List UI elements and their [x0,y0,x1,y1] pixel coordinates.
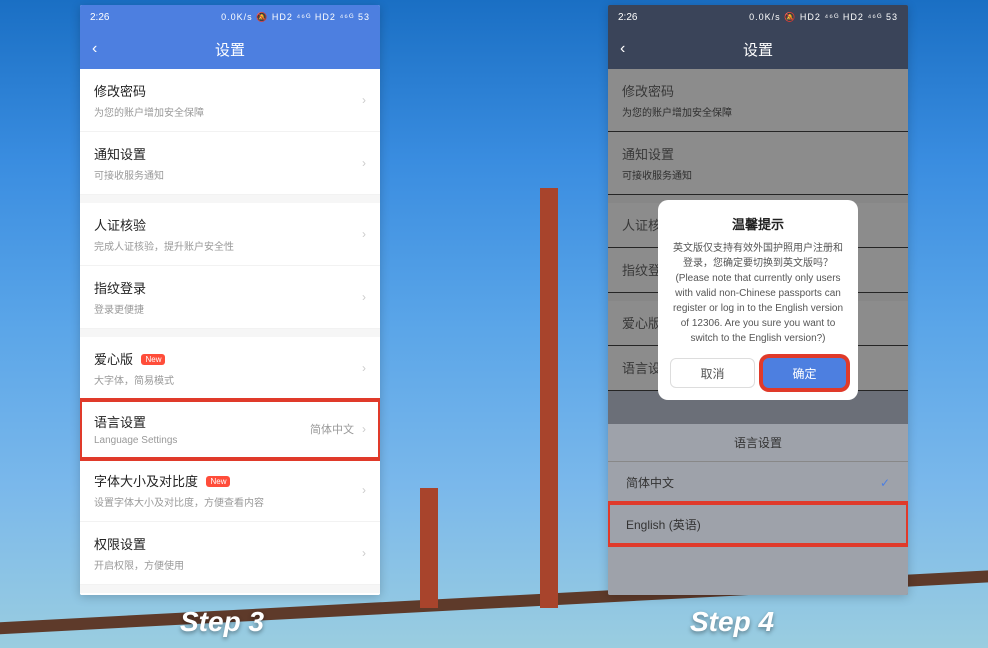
chevron-right-icon: › [362,361,366,375]
header-bar: ‹ 设置 [608,29,908,69]
back-icon[interactable]: ‹ [620,40,625,58]
item-sub: 完成人证核验，提升账户安全性 [94,238,362,253]
new-badge: New [206,476,230,487]
item-title: 字体大小及对比度 [94,471,198,490]
page-title: 设置 [215,39,245,60]
settings-list: 修改密码 为您的账户增加安全保障 › 通知设置 可接收服务通知 › 人证核验 完… [80,69,380,595]
item-modify-password: 修改密码 为您的账户增加安全保障 [608,69,908,132]
step-label-4: Step 4 [690,606,774,638]
item-sub: 登录更便捷 [94,301,362,316]
status-bar: 2:26 0.0K/s 🔕 HD2 ⁴⁶ᴳ HD2 ⁴⁶ᴳ 53 [80,5,380,29]
chevron-right-icon: › [362,546,366,560]
separator [80,585,380,593]
item-language-settings[interactable]: 语言设置 Language Settings 简体中文 › [80,400,380,459]
item-about[interactable]: 关于 版本号 5.8.0.4 › [80,593,380,595]
status-time: 2:26 [618,12,637,23]
sheet-option-chinese[interactable]: 简体中文 ✓ [608,461,908,503]
item-title: 通知设置 [94,144,146,163]
chevron-right-icon: › [362,93,366,107]
check-icon: ✓ [880,476,890,490]
item-sub: 可接收服务通知 [94,167,362,182]
separator [80,329,380,337]
item-sub: 大字体，简易模式 [94,372,362,387]
status-bar: 2:26 0.0K/s 🔕 HD2 ⁴⁶ᴳ HD2 ⁴⁶ᴳ 53 [608,5,908,29]
cancel-button[interactable]: 取消 [670,358,755,388]
item-sub: 设置字体大小及对比度，方便查看内容 [94,494,362,509]
item-font-contrast[interactable]: 字体大小及对比度 New 设置字体大小及对比度，方便查看内容 › [80,459,380,522]
header-bar: ‹ 设置 [80,29,380,69]
dialog-title: 温馨提示 [670,214,846,233]
item-id-verification[interactable]: 人证核验 完成人证核验，提升账户安全性 › [80,203,380,266]
status-icons: 0.0K/s 🔕 HD2 ⁴⁶ᴳ HD2 ⁴⁶ᴳ 53 [749,12,898,23]
back-icon[interactable]: ‹ [92,40,97,58]
status-time: 2:26 [90,12,109,23]
sheet-title: 语言设置 [608,424,908,461]
item-sub: Language Settings [94,435,310,446]
item-title: 修改密码 [622,81,674,100]
separator [80,195,380,203]
item-care-version[interactable]: 爱心版 New 大字体，简易模式 › [80,337,380,400]
item-title: 人证核验 [94,215,146,234]
chevron-right-icon: › [362,290,366,304]
step-label-3: Step 3 [180,606,264,638]
item-title: 权限设置 [94,534,146,553]
status-icons: 0.0K/s 🔕 HD2 ⁴⁶ᴳ HD2 ⁴⁶ᴳ 53 [221,12,370,23]
confirm-button[interactable]: 确定 [763,358,846,388]
item-notifications: 通知设置 可接收服务通知 [608,132,908,195]
chevron-right-icon: › [362,483,366,497]
item-title: 指纹登录 [94,278,146,297]
phone-step3: 2:26 0.0K/s 🔕 HD2 ⁴⁶ᴳ HD2 ⁴⁶ᴳ 53 ‹ 设置 修改… [80,5,380,595]
item-fingerprint[interactable]: 指纹登录 登录更便捷 › [80,266,380,329]
language-sheet: 语言设置 简体中文 ✓ English (英语) [608,424,908,595]
new-badge: New [141,354,165,365]
item-title: 修改密码 [94,81,146,100]
dialog-body: 英文版仅支持有效外国护照用户注册和登录，您确定要切换到英文版吗？(Please … [670,241,846,346]
item-permissions[interactable]: 权限设置 开启权限，方便使用 › [80,522,380,585]
item-notifications[interactable]: 通知设置 可接收服务通知 › [80,132,380,195]
item-modify-password[interactable]: 修改密码 为您的账户增加安全保障 › [80,69,380,132]
item-value: 简体中文 [310,421,354,437]
chevron-right-icon: › [362,227,366,241]
item-title: 语言设置 [94,412,146,431]
item-sub: 为您的账户增加安全保障 [622,104,894,119]
confirm-dialog: 温馨提示 英文版仅支持有效外国护照用户注册和登录，您确定要切换到英文版吗？(Pl… [658,200,858,400]
item-title: 爱心版 [94,349,133,368]
item-title: 爱心版 [622,313,661,332]
chevron-right-icon: › [362,422,366,436]
dialog-buttons: 取消 确定 [670,358,846,388]
option-label: 简体中文 [626,474,674,491]
option-label: English (英语) [626,516,701,533]
sheet-option-english[interactable]: English (英语) [608,503,908,545]
item-sub: 开启权限，方便使用 [94,557,362,572]
item-sub: 为您的账户增加安全保障 [94,104,362,119]
item-sub: 可接收服务通知 [622,167,894,182]
page-title: 设置 [743,39,773,60]
item-title: 通知设置 [622,144,674,163]
chevron-right-icon: › [362,156,366,170]
phone-step4: 2:26 0.0K/s 🔕 HD2 ⁴⁶ᴳ HD2 ⁴⁶ᴳ 53 ‹ 设置 修改… [608,5,908,595]
